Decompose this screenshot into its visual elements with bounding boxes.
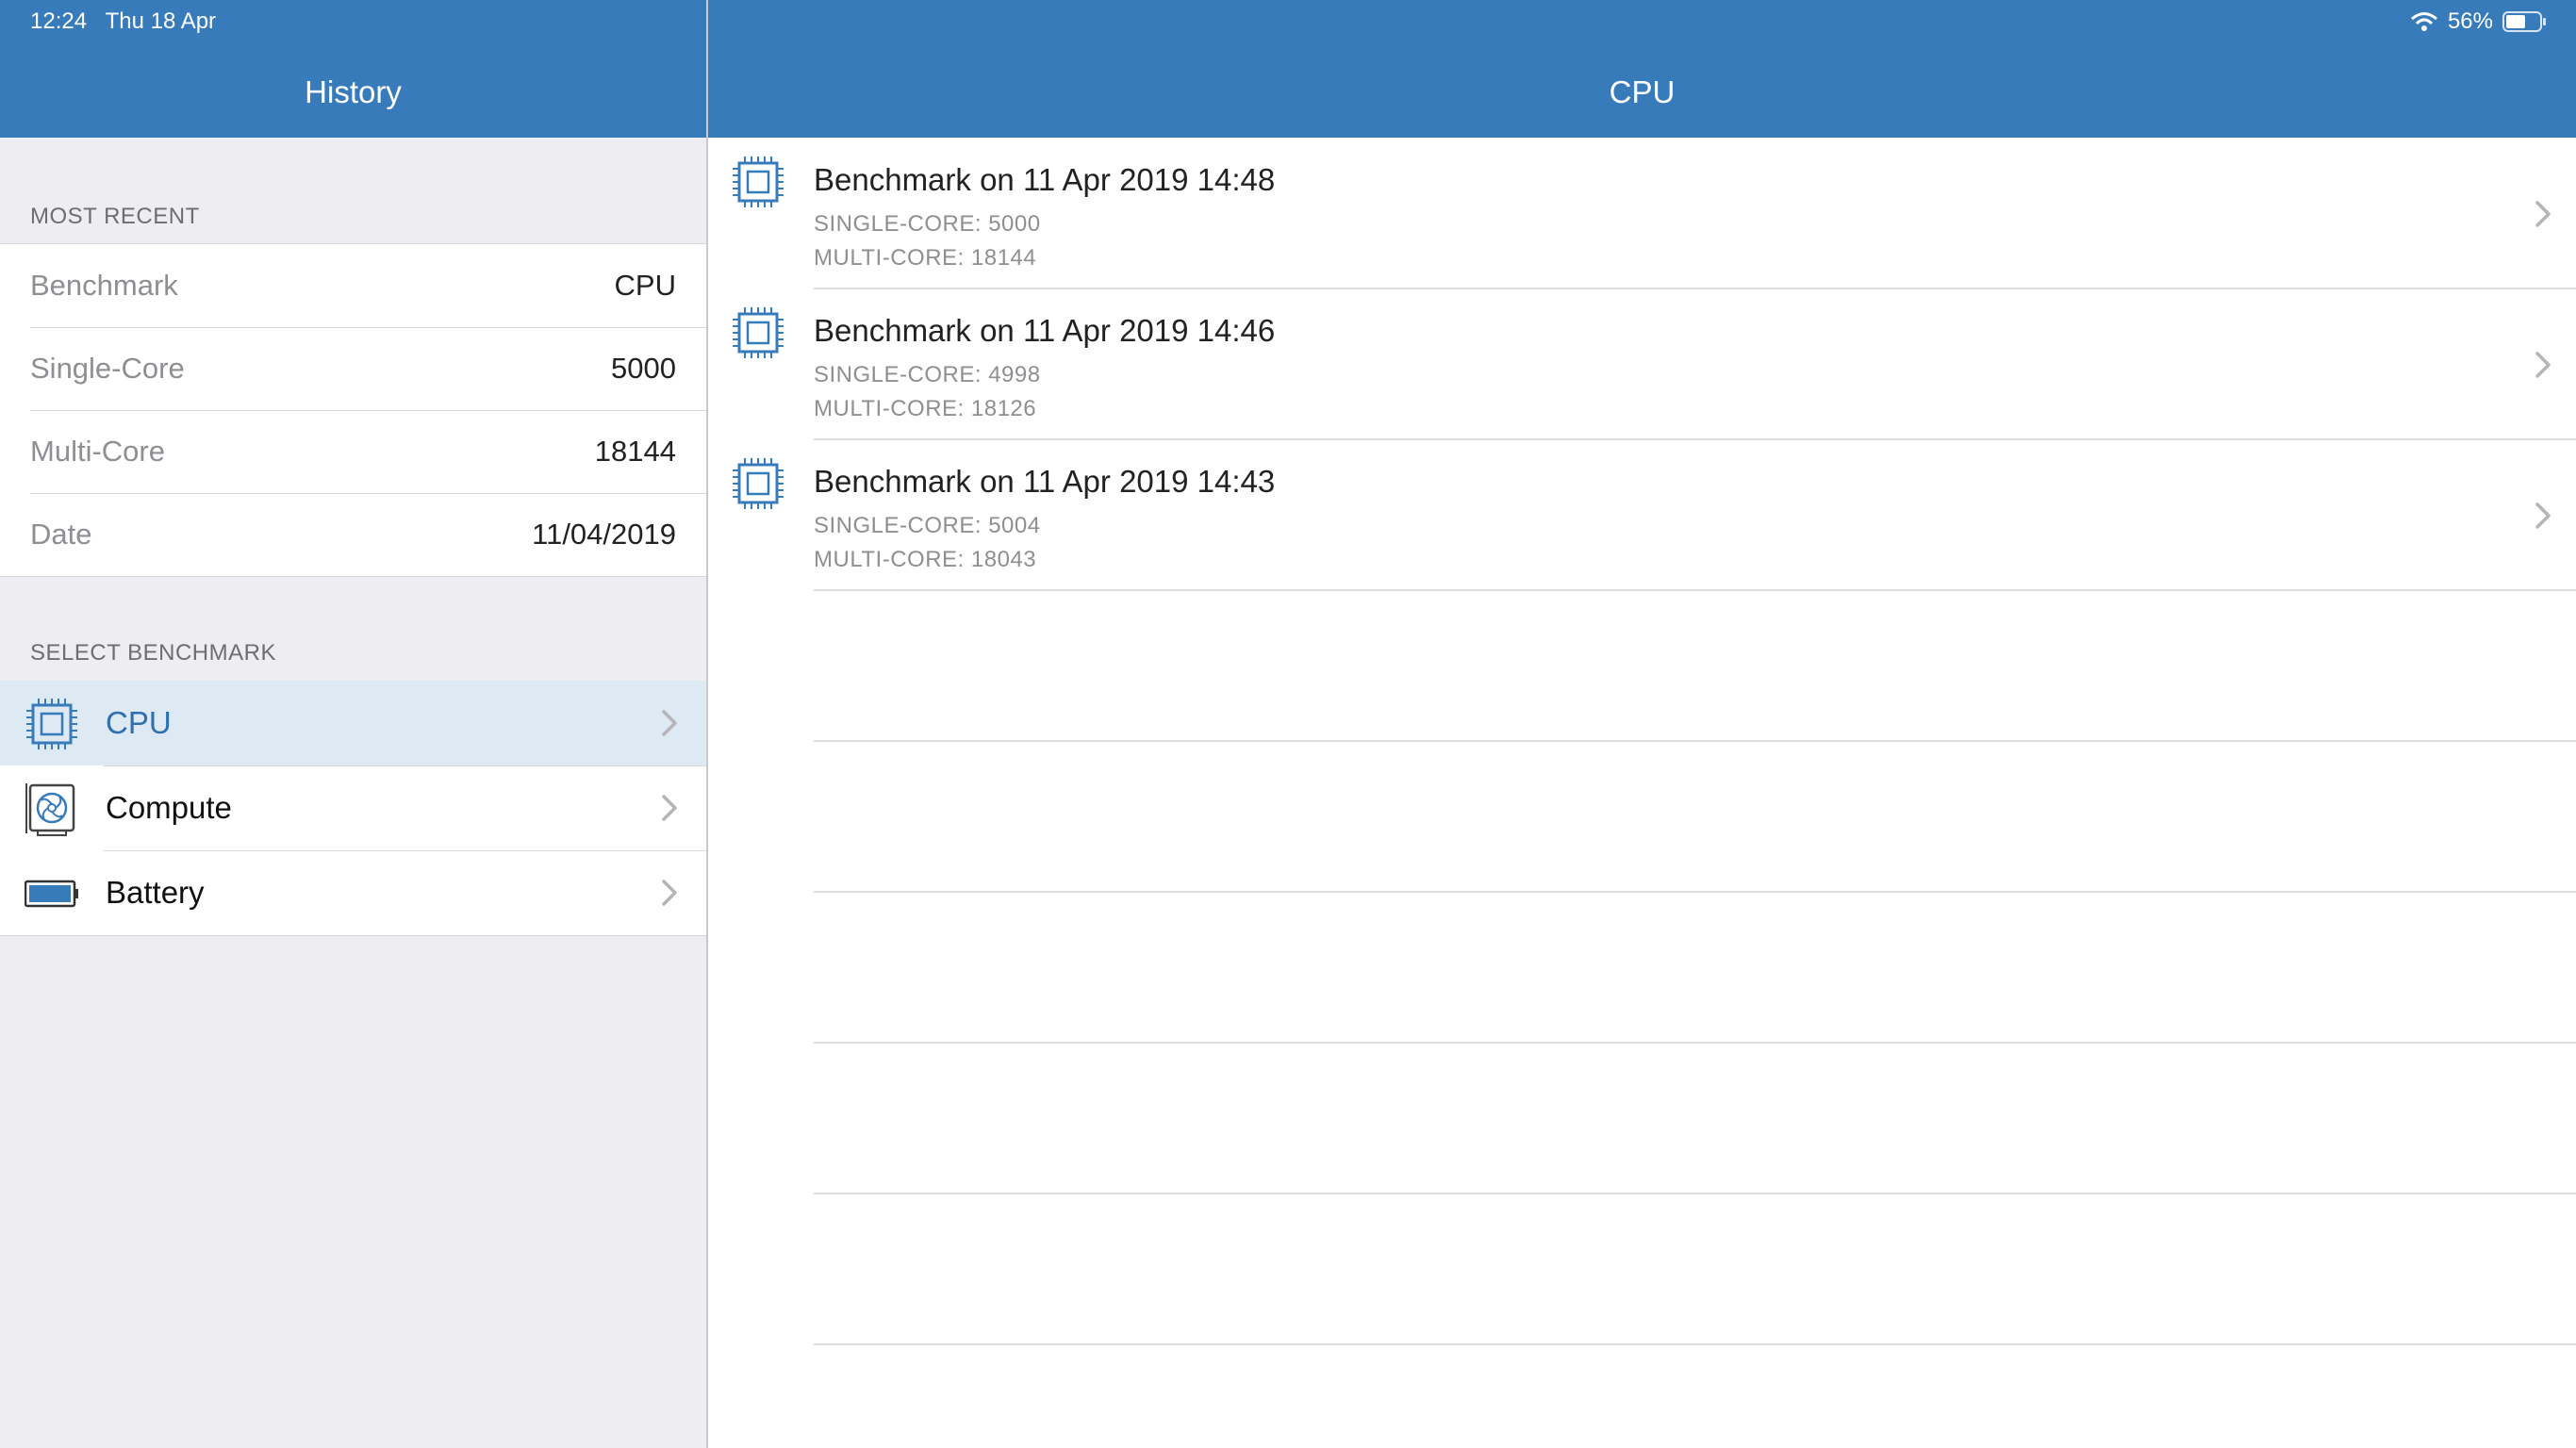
result-title: Benchmark on 11 Apr 2019 14:48: [814, 162, 1276, 197]
status-date: Thu 18 Apr: [105, 8, 217, 34]
history-title: History: [305, 74, 402, 109]
info-value: 5000: [611, 352, 676, 385]
chevron-right-icon: [2535, 201, 2551, 227]
cpu-nav-bar: 56% CPU: [708, 0, 2576, 138]
benchmark-item-label: CPU: [106, 705, 172, 740]
info-row-date: Date 11/04/2019: [0, 493, 706, 576]
result-row[interactable]: Benchmark on 11 Apr 2019 14:48 SINGLE-CO…: [708, 141, 2576, 292]
result-single-core: SINGLE-CORE: 5004: [814, 513, 1041, 538]
empty-row-separator: [814, 1343, 2576, 1345]
result-multi-core: MULTI-CORE: 18126: [814, 396, 1037, 421]
status-indicators: 56%: [2410, 8, 2548, 36]
result-single-core: SINGLE-CORE: 4998: [814, 362, 1041, 387]
result-title: Benchmark on 11 Apr 2019 14:46: [814, 313, 1276, 348]
row-separator: [814, 589, 2576, 591]
chevron-right-icon: [662, 880, 677, 906]
chevron-right-icon: [2535, 502, 2551, 529]
row-separator: [814, 438, 2576, 440]
info-label: Benchmark: [30, 269, 178, 302]
benchmark-item-label: Compute: [106, 790, 232, 825]
empty-row-separator: [814, 740, 2576, 742]
cpu-chip-icon: [733, 307, 784, 358]
info-label: Multi-Core: [30, 435, 165, 468]
empty-row-separator: [814, 1193, 2576, 1194]
select-benchmark-header: SELECT BENCHMARK: [30, 640, 276, 666]
chevron-right-icon: [2535, 352, 2551, 378]
benchmark-item-compute[interactable]: Compute: [0, 765, 706, 850]
status-clock: 12:24: [30, 8, 88, 34]
result-multi-core: MULTI-CORE: 18043: [814, 547, 1037, 572]
history-nav-bar: 12:24 Thu 18 Apr History: [0, 0, 706, 138]
cpu-title: CPU: [1609, 74, 1676, 109]
benchmark-list: CPU Compute Battery: [0, 681, 706, 936]
result-multi-core: MULTI-CORE: 18144: [814, 245, 1037, 271]
row-separator: [814, 288, 2576, 289]
cpu-chip-icon: [733, 458, 784, 509]
status-battery-icon: [2502, 11, 2546, 32]
most-recent-table: Benchmark CPU Single-Core 5000 Multi-Cor…: [0, 243, 706, 577]
info-value: 11/04/2019: [532, 518, 676, 551]
info-row-benchmark: Benchmark CPU: [0, 244, 706, 327]
benchmark-item-label: Battery: [106, 875, 205, 910]
benchmark-item-cpu[interactable]: CPU: [0, 681, 706, 765]
result-row[interactable]: Benchmark on 11 Apr 2019 14:43 SINGLE-CO…: [708, 443, 2576, 594]
info-label: Single-Core: [30, 352, 185, 385]
result-row[interactable]: Benchmark on 11 Apr 2019 14:46 SINGLE-CO…: [708, 292, 2576, 443]
chevron-right-icon: [662, 795, 677, 821]
empty-row-separator: [814, 1042, 2576, 1044]
benchmark-item-battery[interactable]: Battery: [0, 850, 706, 935]
result-single-core: SINGLE-CORE: 5000: [814, 211, 1041, 237]
cpu-chip-icon: [26, 699, 77, 749]
info-value: 18144: [594, 435, 676, 468]
info-label: Date: [30, 518, 92, 551]
cpu-chip-icon: [733, 156, 784, 207]
result-title: Benchmark on 11 Apr 2019 14:43: [814, 464, 1276, 499]
battery-percent: 56%: [2447, 8, 2493, 34]
status-time: 12:24 Thu 18 Apr: [30, 8, 216, 36]
info-row-single-core: Single-Core 5000: [0, 327, 706, 410]
gpu-card-icon: [25, 783, 75, 836]
cpu-results-pane: 56% CPU Benchmark on 11 Apr 2019 14:48 S…: [708, 0, 2576, 1448]
empty-row-separator: [814, 891, 2576, 893]
most-recent-header: MOST RECENT: [30, 204, 200, 229]
wifi-icon: [2410, 12, 2437, 31]
history-pane: 12:24 Thu 18 Apr History MOST RECENT Ben…: [0, 0, 708, 1448]
battery-icon: [25, 880, 78, 908]
info-value: CPU: [614, 269, 676, 302]
chevron-right-icon: [662, 710, 677, 736]
info-row-multi-core: Multi-Core 18144: [0, 410, 706, 493]
